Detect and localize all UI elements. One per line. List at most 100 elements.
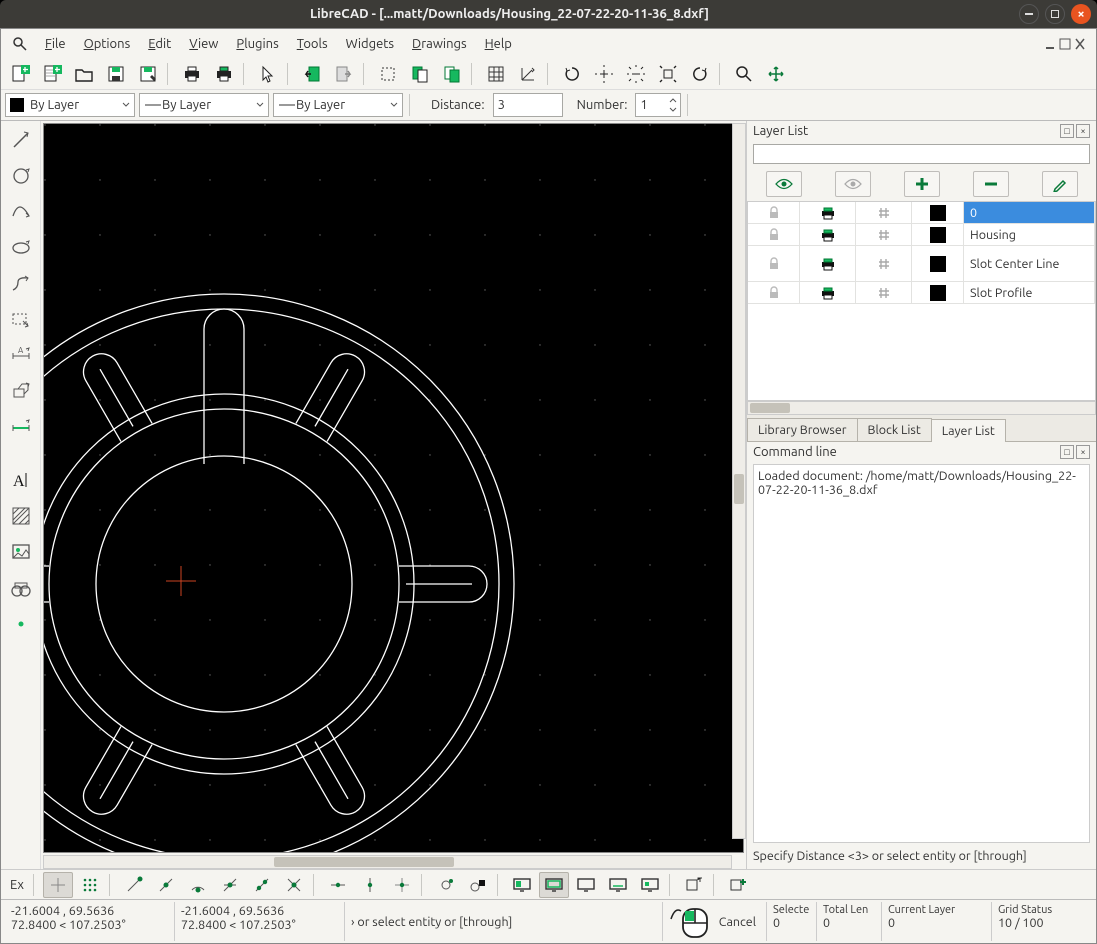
- draft-button[interactable]: [513, 61, 543, 87]
- layer-row[interactable]: Slot Center Line: [748, 246, 1095, 282]
- lock-icon[interactable]: [748, 282, 800, 303]
- screen1-button[interactable]: [507, 872, 537, 898]
- snap-middle-button[interactable]: [215, 872, 245, 898]
- new-template-button[interactable]: [37, 61, 67, 87]
- window-close-button[interactable]: ×: [1071, 4, 1091, 24]
- scroll-thumb[interactable]: [274, 857, 454, 867]
- copy-button[interactable]: [405, 61, 435, 87]
- lock-icon[interactable]: [748, 224, 800, 245]
- print-icon[interactable]: [800, 202, 856, 223]
- window-minimize-button[interactable]: [1019, 4, 1039, 24]
- construction-icon[interactable]: [856, 282, 912, 303]
- rel-zero-button[interactable]: [431, 872, 461, 898]
- ellipse-tool[interactable]: [6, 233, 36, 263]
- spinner-icon[interactable]: [667, 95, 679, 115]
- color-combo[interactable]: By Layer: [5, 93, 135, 117]
- menu-edit[interactable]: Edit: [140, 35, 179, 53]
- construction-icon[interactable]: [856, 202, 912, 223]
- circle-tool[interactable]: [6, 161, 36, 191]
- save-button[interactable]: [101, 61, 131, 87]
- paste-button[interactable]: [437, 61, 467, 87]
- zoom-pan-button[interactable]: [761, 61, 791, 87]
- snap-intersection-button[interactable]: [279, 872, 309, 898]
- snap-distance-button[interactable]: [247, 872, 277, 898]
- print-button[interactable]: [177, 61, 207, 87]
- tab-block-list[interactable]: Block List: [857, 418, 932, 441]
- undo-button[interactable]: [297, 61, 327, 87]
- line-tool[interactable]: [6, 125, 36, 155]
- add-screen-button[interactable]: [679, 872, 709, 898]
- grid-button[interactable]: [481, 61, 511, 87]
- panel-float-button[interactable]: □: [1060, 445, 1074, 459]
- screen2-button[interactable]: [539, 872, 569, 898]
- layer-remove-button[interactable]: [973, 171, 1009, 197]
- hatch-tool[interactable]: [6, 501, 36, 531]
- ex-mode-button[interactable]: Ex: [5, 872, 29, 898]
- snap-free-button[interactable]: [43, 872, 73, 898]
- layer-color-swatch[interactable]: [912, 224, 964, 245]
- layer-color-swatch[interactable]: [912, 246, 964, 281]
- window-maximize-button[interactable]: [1045, 4, 1065, 24]
- dimension-tool[interactable]: A: [6, 341, 36, 371]
- layer-add-button[interactable]: [904, 171, 940, 197]
- layer-name[interactable]: 0: [964, 202, 1095, 223]
- construction-icon[interactable]: [856, 224, 912, 245]
- layer-filter-input[interactable]: [753, 144, 1090, 164]
- redo-button[interactable]: [329, 61, 359, 87]
- drawing-canvas[interactable]: [43, 123, 744, 853]
- vertical-scrollbar[interactable]: [732, 123, 746, 839]
- point-tool[interactable]: [6, 609, 36, 639]
- layer-name[interactable]: Housing: [964, 224, 1095, 245]
- layer-row[interactable]: Slot Profile: [748, 282, 1095, 304]
- layer-name[interactable]: Slot Profile: [964, 282, 1095, 303]
- command-prompt[interactable]: Specify Distance <3> or select entity or…: [747, 845, 1096, 869]
- zoom-prev-button[interactable]: [685, 61, 715, 87]
- menu-file[interactable]: File: [37, 35, 74, 53]
- menu-tools[interactable]: Tools: [289, 35, 336, 53]
- restrict-ortho-button[interactable]: [355, 872, 385, 898]
- linetype-combo[interactable]: By Layer: [273, 93, 403, 117]
- snap-onentity-button[interactable]: [151, 872, 181, 898]
- zoom-auto-button[interactable]: [653, 61, 683, 87]
- cancel-label[interactable]: Cancel: [719, 915, 756, 929]
- mtext-tool[interactable]: A: [6, 465, 36, 495]
- linewidth-combo[interactable]: By Layer: [139, 93, 269, 117]
- scroll-thumb[interactable]: [734, 474, 744, 504]
- layer-hideall-button[interactable]: [835, 171, 871, 197]
- print-icon[interactable]: [800, 224, 856, 245]
- lock-icon[interactable]: [748, 246, 800, 281]
- restrict-horiz-button[interactable]: [387, 872, 417, 898]
- layer-edit-button[interactable]: [1042, 171, 1078, 197]
- menu-options[interactable]: Options: [76, 35, 139, 53]
- horizontal-scrollbar[interactable]: [43, 855, 732, 869]
- screen5-button[interactable]: [635, 872, 665, 898]
- cursor-button[interactable]: [253, 61, 283, 87]
- lock-rel-zero-button[interactable]: [463, 872, 493, 898]
- print-preview-button[interactable]: [209, 61, 239, 87]
- select-tool[interactable]: [6, 305, 36, 335]
- distance-input[interactable]: 3: [493, 93, 563, 117]
- add-screen2-button[interactable]: [723, 872, 753, 898]
- menu-help[interactable]: Help: [477, 35, 520, 53]
- open-button[interactable]: [69, 61, 99, 87]
- curve-tool[interactable]: [6, 197, 36, 227]
- modify-tool[interactable]: [6, 377, 36, 407]
- layer-row[interactable]: 0: [748, 202, 1095, 224]
- menu-widgets[interactable]: Widgets: [338, 35, 402, 53]
- tab-library-browser[interactable]: Library Browser: [747, 418, 858, 441]
- print-icon[interactable]: [800, 246, 856, 281]
- panel-close-button[interactable]: ×: [1076, 445, 1090, 459]
- panel-float-button[interactable]: □: [1060, 124, 1074, 138]
- block-tool[interactable]: [6, 573, 36, 603]
- search-icon-button[interactable]: [5, 31, 35, 57]
- layer-color-swatch[interactable]: [912, 282, 964, 303]
- menu-drawings[interactable]: Drawings: [404, 35, 475, 53]
- panel-close-button[interactable]: ×: [1076, 124, 1090, 138]
- layer-name[interactable]: Slot Center Line: [964, 246, 1095, 281]
- zoom-redraw-button[interactable]: [557, 61, 587, 87]
- zoom-out-button[interactable]: [621, 61, 651, 87]
- mdi-controls[interactable]: [1040, 35, 1092, 53]
- save-as-button[interactable]: [133, 61, 163, 87]
- lock-icon[interactable]: [748, 202, 800, 223]
- new-button[interactable]: [5, 61, 35, 87]
